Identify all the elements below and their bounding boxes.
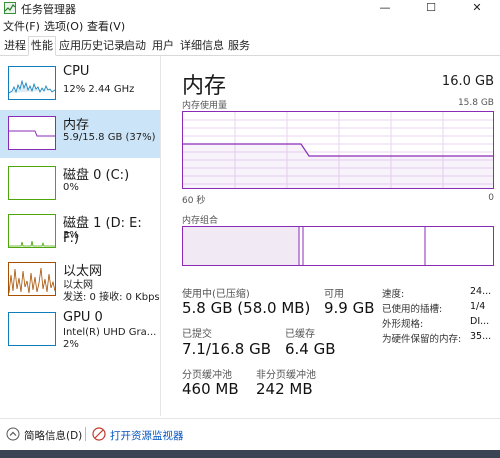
available-label: 可用 — [324, 289, 344, 300]
memory-usage-label: 内存使用量 — [182, 101, 228, 111]
speed-label: 速度: — [382, 289, 405, 300]
maximize-button[interactable]: ☐ — [408, 0, 454, 16]
tab-app-history[interactable]: 应用历史记录 — [57, 37, 127, 54]
cpu-thumbnail-graph — [8, 66, 56, 100]
sidebar-disk0-usage: 0% — [63, 182, 79, 193]
tab-details[interactable]: 详细信息 — [178, 37, 226, 54]
chevron-up-icon[interactable] — [6, 427, 20, 441]
memory-composition-bar — [182, 226, 494, 266]
time-axis-right: 0 — [488, 193, 494, 203]
memory-panel: 内存 16.0 GB 内存使用量 15.8 GB 60 秒 0 内存组合 使用中… — [160, 56, 500, 416]
slots-value: 1/4 — [470, 301, 486, 312]
tab-startup[interactable]: 启动 — [122, 37, 148, 54]
minimize-button[interactable]: — — [362, 0, 408, 16]
hardware-reserved-label: 为硬件保留的内存: — [382, 334, 462, 345]
sidebar-gpu-name: Intel(R) UHD Gra... — [63, 327, 157, 338]
sidebar-item-gpu[interactable]: GPU 0 Intel(R) UHD Gra... 2% — [0, 306, 160, 358]
disk0-thumbnail-graph — [8, 166, 56, 200]
cached-label: 已缓存 — [285, 329, 315, 340]
form-factor-label: 外形规格: — [382, 319, 424, 330]
disk1-thumbnail-graph — [8, 214, 56, 248]
resource-sidebar: CPU 12% 2.44 GHz 内存 5.9/15.8 GB (37%) 磁盘… — [0, 56, 161, 416]
page-title: 内存 — [182, 74, 227, 99]
sidebar-cpu-title: CPU — [63, 64, 90, 79]
available-value: 9.9 GB — [324, 299, 375, 317]
open-resource-monitor-link[interactable]: 打开资源监视器 — [110, 428, 184, 443]
resource-monitor-icon — [92, 427, 106, 441]
menu-file[interactable]: 文件(F) — [3, 18, 40, 34]
committed-value: 7.1/16.8 GB — [182, 340, 271, 358]
paged-pool-label: 分页缓冲池 — [182, 370, 232, 381]
sidebar-item-ethernet[interactable]: 以太网 以太网 发送: 0 接收: 0 Kbps — [0, 256, 160, 306]
nonpaged-pool-value: 242 MB — [256, 380, 313, 398]
slots-label: 已使用的插槽: — [382, 304, 443, 315]
task-manager-icon — [4, 2, 16, 14]
footer-bar: 简略信息(D) 打开资源监视器 — [0, 418, 500, 449]
time-axis-left: 60 秒 — [182, 196, 206, 206]
tab-bar: 进程 性能 应用历史记录 启动 用户 详细信息 服务 — [0, 34, 500, 56]
form-factor-value: DI... — [470, 316, 490, 327]
tab-services[interactable]: 服务 — [226, 37, 252, 54]
sidebar-item-disk0[interactable]: 磁盘 0 (C:) 0% — [0, 160, 160, 208]
menu-options[interactable]: 选项(O) — [44, 18, 83, 34]
title-bar: 任务管理器 — ☐ ✕ — [0, 0, 500, 16]
memory-composition-label: 内存组合 — [182, 216, 219, 226]
in-use-value: 5.8 GB (58.0 MB) — [182, 299, 311, 317]
sidebar-item-cpu[interactable]: CPU 12% 2.44 GHz — [0, 60, 160, 108]
in-use-label: 使用中(已压缩) — [182, 289, 250, 300]
sidebar-gpu-title: GPU 0 — [63, 310, 103, 325]
hardware-reserved-value: 35... — [470, 331, 492, 342]
paged-pool-value: 460 MB — [182, 380, 239, 398]
committed-label: 已提交 — [182, 329, 212, 340]
menu-view[interactable]: 查看(V) — [87, 18, 125, 34]
menu-bar: 文件(F) 选项(O) 查看(V) — [0, 16, 500, 34]
memory-usage-graph — [182, 111, 494, 189]
sidebar-cpu-usage: 12% 2.44 GHz — [63, 84, 135, 95]
brief-info-button[interactable]: 简略信息(D) — [24, 428, 82, 443]
taskbar-strip — [0, 450, 500, 458]
memory-total: 16.0 GB — [441, 74, 494, 89]
sidebar-disk1-usage: 3% — [63, 230, 79, 241]
window-title: 任务管理器 — [21, 3, 76, 16]
memory-usage-max: 15.8 GB — [457, 98, 494, 108]
speed-value: 24... — [470, 286, 492, 297]
sidebar-memory-usage: 5.9/15.8 GB (37%) — [63, 132, 156, 143]
sidebar-memory-title: 内存 — [63, 118, 90, 133]
tab-processes[interactable]: 进程 — [2, 37, 28, 54]
nonpaged-pool-label: 非分页缓冲池 — [256, 370, 316, 381]
tab-performance[interactable]: 性能 — [28, 36, 56, 56]
footer-divider — [85, 427, 86, 441]
sidebar-disk0-title: 磁盘 0 (C:) — [63, 168, 130, 183]
cached-value: 6.4 GB — [285, 340, 336, 358]
tab-users[interactable]: 用户 — [150, 37, 176, 54]
close-button[interactable]: ✕ — [454, 0, 500, 16]
sidebar-ethernet-throughput: 发送: 0 接收: 0 Kbps — [63, 292, 160, 303]
gpu-thumbnail-graph — [8, 312, 56, 346]
memory-thumbnail-graph — [8, 116, 56, 150]
sidebar-item-memory[interactable]: 内存 5.9/15.8 GB (37%) — [0, 110, 160, 158]
sidebar-item-disk1[interactable]: 磁盘 1 (D: E: F:) 3% — [0, 208, 160, 256]
ethernet-thumbnail-graph — [8, 262, 56, 296]
sidebar-gpu-usage: 2% — [63, 339, 79, 350]
